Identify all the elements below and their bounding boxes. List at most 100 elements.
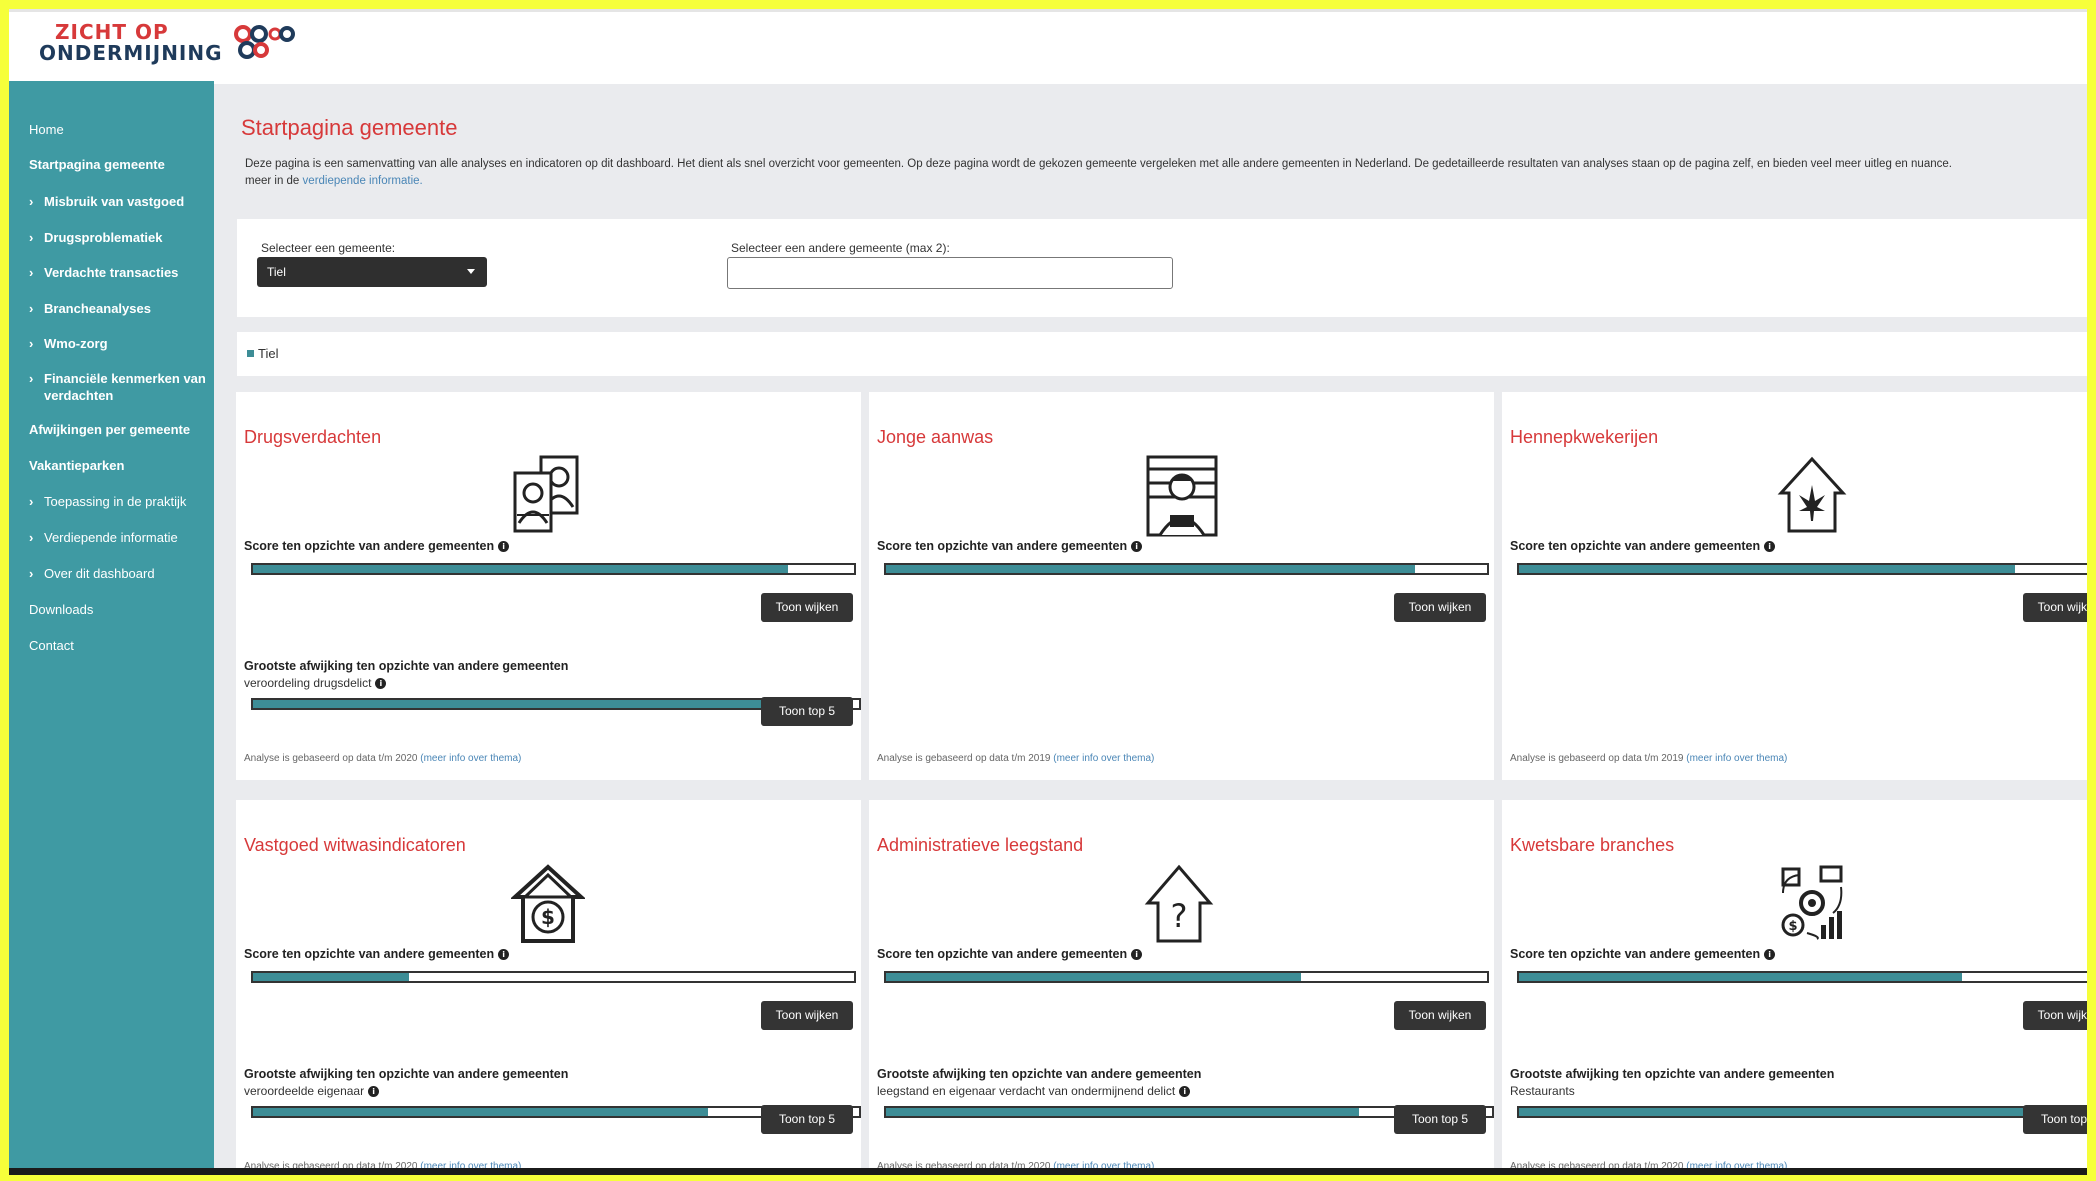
sidebar-item-14[interactable]: Contact	[29, 637, 214, 654]
deviation-bar-fill	[886, 1108, 1359, 1116]
sidebar-item-3[interactable]: › Drugsproblematiek	[29, 229, 229, 246]
sidebar-item-1[interactable]: Startpagina gemeente	[29, 156, 214, 173]
logo[interactable]: ZICHT OP ONDERMIJNING	[39, 22, 295, 64]
theme-card: Kwetsbare branches $ Score ten opzichte va…	[1502, 800, 2087, 1175]
sidebar-item-9[interactable]: Vakantieparken	[29, 457, 214, 474]
info-icon[interactable]: i	[375, 677, 387, 689]
info-icon[interactable]: i	[1764, 948, 1776, 960]
sidebar-item-label: Verdachte transacties	[44, 265, 179, 280]
score-label-text: Score ten opzichte van andere gemeenten	[877, 539, 1128, 553]
theme-card: Jonge aanwas Score ten opzichte van ander…	[869, 392, 1494, 780]
info-icon[interactable]: i	[498, 540, 510, 552]
main-content: Startpagina gemeente Deze pagina is een …	[214, 81, 2087, 1175]
sidebar-item-6[interactable]: › Wmo-zorg	[29, 335, 229, 352]
suspects-mugshot-icon	[511, 455, 581, 540]
card-footer: Analyse is gebaseerd op data t/m 2020 (m…	[244, 753, 521, 764]
toon-wijken-button[interactable]: Toon wijken	[2023, 1001, 2087, 1030]
toon-top5-button[interactable]: Toon top 5	[2023, 1105, 2087, 1134]
chevron-right-icon: ›	[29, 265, 34, 280]
score-label: Score ten opzichte van andere gemeenten i	[1510, 539, 1776, 553]
theme-card: Administratieve leegstand? Score ten opzi…	[869, 800, 1494, 1175]
toon-wijken-button[interactable]: Toon wijken	[1394, 1001, 1486, 1030]
card-footer-text: Analyse is gebaseerd op data t/m 2019	[877, 753, 1051, 764]
sidebar-item-7[interactable]: › Financiële kenmerken van verdachten	[29, 370, 229, 404]
score-bar-fill	[886, 565, 1415, 573]
chevron-right-icon: ›	[29, 494, 34, 509]
deviation-subtitle-text: Restaurants	[1510, 1084, 1575, 1098]
page-title: Startpagina gemeente	[241, 115, 458, 140]
house-money-icon: $	[509, 863, 587, 950]
sidebar-item-label: Wmo-zorg	[44, 336, 108, 351]
sidebar-item-label: Financiële kenmerken van verdachten	[44, 371, 206, 403]
logo-rings-icon	[233, 25, 295, 59]
sidebar-item-0[interactable]: Home	[29, 121, 214, 138]
info-icon[interactable]: i	[1179, 1085, 1191, 1097]
sidebar-item-label: Home	[29, 122, 64, 137]
logo-text: ZICHT OP ONDERMIJNING	[39, 22, 223, 64]
theme-card: Hennepkwekerijen Score ten opzichte van a…	[1502, 392, 2087, 780]
sidebar-item-13[interactable]: Downloads	[29, 601, 214, 618]
info-icon[interactable]: i	[1764, 540, 1776, 552]
sidebar-item-11[interactable]: › Verdiepende informatie	[29, 529, 229, 546]
deviation-subtitle: Restaurants	[1510, 1084, 1575, 1098]
sidebar-item-5[interactable]: › Brancheanalyses	[29, 300, 229, 317]
card-footer: Analyse is gebaseerd op data t/m 2019 (m…	[877, 753, 1154, 764]
deviation-bar-fill	[253, 700, 793, 708]
select-other-municipality-label: Selecteer een andere gemeente (max 2):	[731, 241, 950, 255]
app-frame: ZICHT OP ONDERMIJNING Home Startpagina ge…	[9, 9, 2087, 1175]
sidebar-item-4[interactable]: › Verdachte transacties	[29, 264, 229, 281]
sidebar-item-label: Afwijkingen per gemeente	[29, 422, 191, 437]
deviation-bar-fill	[253, 1108, 708, 1116]
deviation-title: Grootste afwijking ten opzichte van ande…	[244, 1067, 569, 1081]
sidebar-item-10[interactable]: › Toepassing in de praktijk	[29, 493, 229, 510]
legend-label: Tiel	[258, 346, 279, 361]
meer-info-link[interactable]: (meer info over thema)	[420, 753, 521, 764]
card-title: Drugsverdachten	[244, 427, 382, 447]
toon-wijken-button[interactable]: Toon wijken	[761, 1001, 853, 1030]
deviation-subtitle-text: veroordeelde eigenaar	[244, 1084, 365, 1098]
chevron-right-icon: ›	[29, 301, 34, 316]
toon-top5-button[interactable]: Toon top 5	[761, 697, 853, 726]
sidebar: Home Startpagina gemeente › Misbruik van va…	[9, 81, 214, 1175]
meer-info-link[interactable]: (meer info over thema)	[1053, 753, 1154, 764]
info-icon[interactable]: i	[1131, 948, 1143, 960]
score-label-text: Score ten opzichte van andere gemeenten	[244, 539, 495, 553]
svg-text:$: $	[541, 905, 555, 929]
sidebar-item-label: Over dit dashboard	[44, 566, 155, 581]
municipality-select[interactable]: Tiel	[257, 257, 487, 287]
sidebar-item-2[interactable]: › Misbruik van vastgoed	[29, 193, 229, 210]
chevron-right-icon: ›	[29, 194, 34, 209]
verdiepende-informatie-link[interactable]: verdiepende informatie.	[303, 175, 423, 187]
info-icon[interactable]: i	[368, 1085, 380, 1097]
score-bar	[1517, 971, 2087, 983]
legend-panel: Tiel	[237, 332, 2087, 376]
toon-wijken-button[interactable]: Toon wijken	[2023, 593, 2087, 622]
intro-line1: Deze pagina is een samenvatting van alle…	[245, 158, 1952, 170]
score-bar	[1517, 563, 2087, 575]
deviation-bar	[1517, 1106, 2087, 1118]
card-title: Vastgoed witwasindicatoren	[244, 835, 466, 855]
theme-card: Drugsverdachten Score ten opzichte van an…	[236, 392, 861, 780]
other-municipality-input[interactable]	[727, 257, 1173, 289]
deviation-title: Grootste afwijking ten opzichte van ande…	[1510, 1067, 1835, 1081]
deviation-subtitle: veroordeelde eigenaar i	[244, 1084, 380, 1098]
deviation-subtitle-text: veroordeling drugsdelict	[244, 676, 372, 690]
info-icon[interactable]: i	[1131, 540, 1143, 552]
toon-wijken-button[interactable]: Toon wijken	[761, 593, 853, 622]
deviation-title: Grootste afwijking ten opzichte van ande…	[877, 1067, 1202, 1081]
toon-wijken-button[interactable]: Toon wijken	[1394, 593, 1486, 622]
score-bar-fill	[1519, 565, 2016, 573]
score-label: Score ten opzichte van andere gemeenten i	[877, 947, 1143, 961]
sidebar-item-8[interactable]: Afwijkingen per gemeente	[29, 421, 214, 438]
info-icon[interactable]: i	[498, 948, 510, 960]
meer-info-link[interactable]: (meer info over thema)	[1686, 753, 1787, 764]
sidebar-item-label: Brancheanalyses	[44, 301, 151, 316]
chevron-right-icon: ›	[29, 566, 34, 581]
toon-top5-button[interactable]: Toon top 5	[1394, 1105, 1486, 1134]
score-bar-fill	[1519, 973, 1963, 981]
score-bar-fill	[253, 565, 788, 573]
toon-top5-button[interactable]: Toon top 5	[761, 1105, 853, 1134]
intro-text: Deze pagina is een samenvatting van alle…	[245, 156, 2087, 190]
sidebar-item-12[interactable]: › Over dit dashboard	[29, 565, 229, 582]
selection-panel: Selecteer een gemeente: Tiel Selecteer e…	[237, 219, 2087, 317]
